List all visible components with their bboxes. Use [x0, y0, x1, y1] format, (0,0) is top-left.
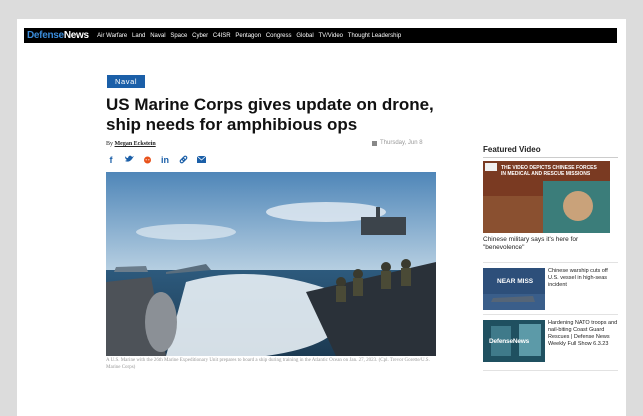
- calendar-icon: [372, 140, 377, 146]
- nav-link-tv-video[interactable]: TV/Video: [316, 33, 345, 39]
- featured-video-item[interactable]: DefenseNews Hardening NATO troops and na…: [483, 320, 618, 364]
- email-icon[interactable]: [196, 155, 206, 166]
- category-tag[interactable]: Naval: [107, 75, 146, 88]
- byline-prefix: By: [106, 141, 114, 147]
- link-icon[interactable]: [178, 155, 188, 166]
- video-title[interactable]: Chinese warship cuts off U.S. vessel in …: [548, 268, 618, 289]
- featured-main-thumb-caption: THE VIDEO DEPICTS CHINESE FORCES IN MEDI…: [501, 165, 597, 177]
- video-thumb-text: NEAR MISS: [497, 278, 534, 285]
- featured-separator: [483, 262, 618, 263]
- facebook-icon[interactable]: f: [106, 155, 116, 166]
- top-navigation-bar: DefenseNews Air Warfare Land Naval Space…: [24, 28, 617, 43]
- nav-link-thought-leadership[interactable]: Thought Leadership: [345, 33, 403, 39]
- site-logo[interactable]: DefenseNews: [24, 30, 95, 41]
- featured-separator: [483, 314, 618, 315]
- nav-link-space[interactable]: Space: [168, 33, 190, 39]
- nav-link-naval[interactable]: Naval: [148, 33, 168, 39]
- publish-date: Thursday, Jun 8: [372, 140, 423, 146]
- featured-main-thumbnail[interactable]: THE VIDEO DEPICTS CHINESE FORCES IN MEDI…: [483, 161, 610, 233]
- featured-separator: [483, 370, 618, 371]
- featured-video-heading: Featured Video: [483, 145, 541, 154]
- nav-link-congress[interactable]: Congress: [263, 33, 293, 39]
- nav-link-c4isr[interactable]: C4ISR: [211, 33, 233, 39]
- nav-link-global[interactable]: Global: [294, 33, 316, 39]
- featured-main-title[interactable]: Chinese military says it's here for "ben…: [483, 236, 613, 252]
- image-caption: A U.S. Marine with the 26th Marine Exped…: [106, 358, 430, 370]
- video-thumbnail[interactable]: NEAR MISS: [483, 268, 545, 310]
- video-thumbnail[interactable]: DefenseNews: [483, 320, 545, 362]
- video-title[interactable]: Hardening NATO troops and nail-biting Co…: [548, 320, 618, 348]
- nav-links: Air Warfare Land Naval Space Cyber C4ISR…: [95, 33, 404, 39]
- nav-link-cyber[interactable]: Cyber: [190, 33, 211, 39]
- featured-video-item[interactable]: NEAR MISS Chinese warship cuts off U.S. …: [483, 268, 618, 312]
- hero-image: [106, 172, 436, 356]
- video-thumb-logo-text: DefenseNews: [489, 338, 530, 345]
- nav-link-land[interactable]: Land: [130, 33, 148, 39]
- nav-link-air-warfare[interactable]: Air Warfare: [95, 33, 130, 39]
- featured-divider: [483, 157, 618, 158]
- nav-link-pentagon[interactable]: Pentagon: [233, 33, 263, 39]
- article-headline: US Marine Corps gives update on drone, s…: [106, 95, 434, 134]
- author-link[interactable]: Megan Eckstein: [115, 141, 156, 147]
- publish-date-text: Thursday, Jun 8: [380, 140, 423, 146]
- byline: By Megan Eckstein: [106, 141, 156, 147]
- linkedin-icon[interactable]: in: [160, 155, 170, 166]
- share-bar: f in: [106, 155, 206, 166]
- twitter-icon[interactable]: [124, 155, 134, 166]
- reddit-icon[interactable]: [142, 155, 152, 166]
